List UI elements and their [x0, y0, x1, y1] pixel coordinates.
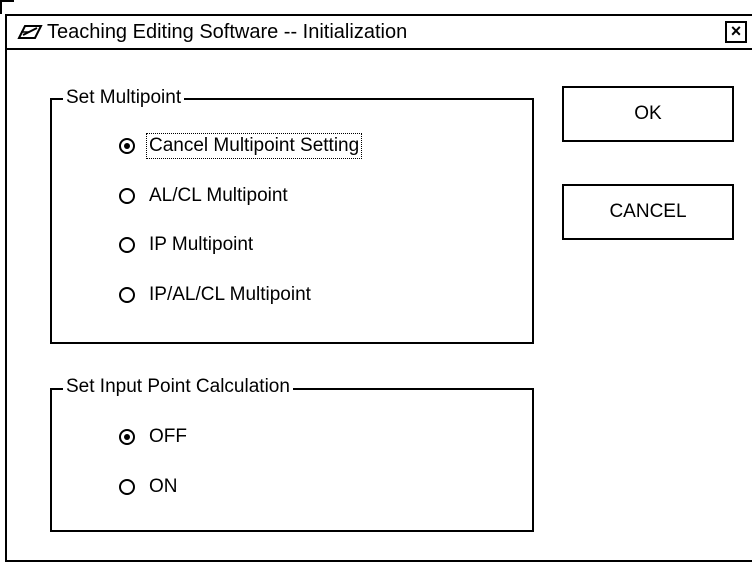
- radio-label[interactable]: ON: [147, 475, 180, 499]
- close-button[interactable]: ×: [725, 21, 747, 43]
- pencil-tablet-icon: [17, 25, 43, 39]
- radio-cancel-multipoint[interactable]: Cancel Multipoint Setting: [119, 132, 363, 160]
- initialization-dialog: Teaching Editing Software -- Initializat…: [5, 14, 752, 562]
- ok-button[interactable]: OK: [562, 86, 734, 142]
- window-edge-line: [0, 0, 14, 14]
- radio-ip-al-cl-multipoint[interactable]: IP/AL/CL Multipoint: [119, 281, 313, 309]
- radio-al-cl-multipoint[interactable]: AL/CL Multipoint: [119, 182, 290, 210]
- radio-button-icon[interactable]: [119, 479, 135, 495]
- radio-on[interactable]: ON: [119, 473, 180, 501]
- radio-label[interactable]: IP/AL/CL Multipoint: [147, 283, 313, 307]
- set-input-point-calculation-group: [50, 388, 534, 532]
- radio-button-checked-icon[interactable]: [119, 429, 135, 445]
- radio-label[interactable]: IP Multipoint: [147, 233, 255, 257]
- radio-button-checked-icon[interactable]: [119, 138, 135, 154]
- title-bar[interactable]: Teaching Editing Software -- Initializat…: [7, 16, 752, 50]
- radio-ip-multipoint[interactable]: IP Multipoint: [119, 231, 255, 259]
- cancel-button[interactable]: CANCEL: [562, 184, 734, 240]
- radio-button-icon[interactable]: [119, 287, 135, 303]
- radio-button-icon[interactable]: [119, 188, 135, 204]
- window-title: Teaching Editing Software -- Initializat…: [47, 21, 408, 43]
- radio-label[interactable]: OFF: [147, 425, 189, 449]
- radio-off[interactable]: OFF: [119, 423, 189, 451]
- radio-label[interactable]: AL/CL Multipoint: [147, 184, 290, 208]
- radio-label[interactable]: Cancel Multipoint Setting: [145, 133, 363, 159]
- set-input-point-calculation-label: Set Input Point Calculation: [63, 376, 293, 398]
- set-multipoint-label: Set Multipoint: [63, 87, 185, 109]
- radio-button-icon[interactable]: [119, 237, 135, 253]
